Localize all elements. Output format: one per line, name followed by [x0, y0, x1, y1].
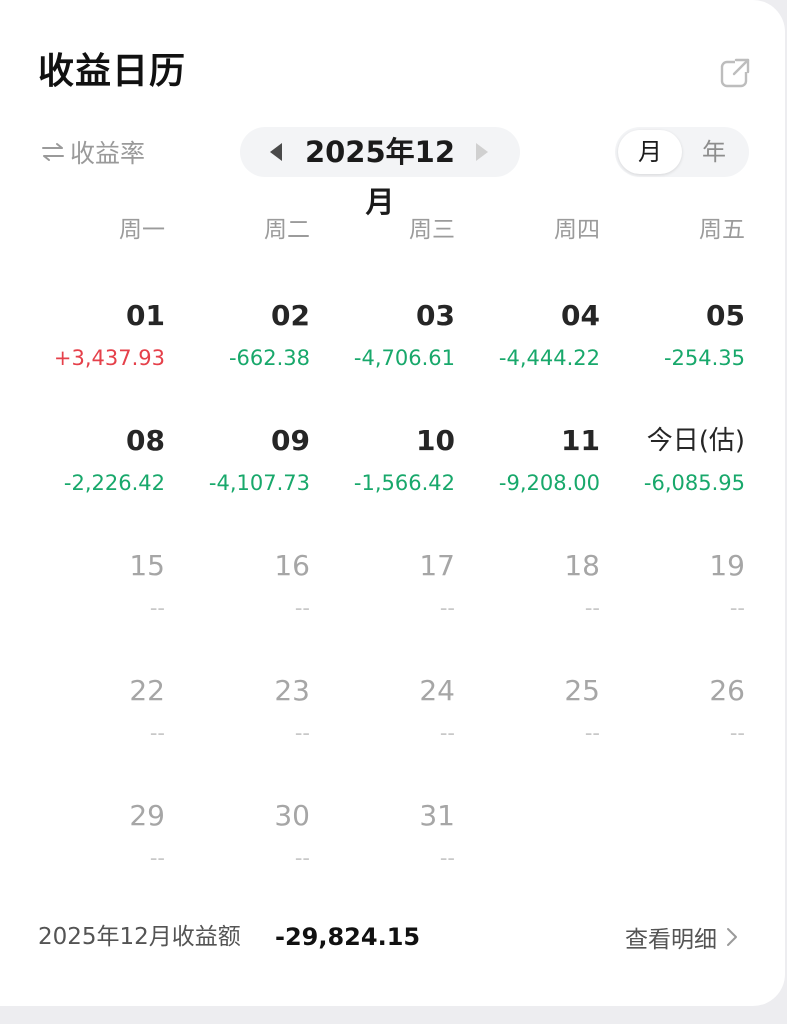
page-title: 收益日历 — [38, 51, 187, 92]
day-number: 18 — [564, 549, 600, 582]
day-number: 30 — [274, 799, 310, 832]
calendar-day-cell[interactable]: 今日(估) -6,085.95 — [600, 423, 745, 523]
period-option-year[interactable]: 年 — [682, 130, 746, 174]
chevron-right-icon — [727, 928, 737, 946]
day-number: 01 — [126, 299, 165, 332]
day-number: 02 — [271, 299, 310, 332]
day-number: 29 — [129, 799, 165, 832]
day-number: 26 — [709, 674, 745, 707]
day-profit-value: -254.35 — [663, 346, 745, 370]
day-profit-value: -- — [149, 846, 165, 870]
day-number: 31 — [419, 799, 455, 832]
calendar-day-cell: 29 -- — [20, 798, 165, 898]
day-number: 25 — [564, 674, 600, 707]
calendar-day-cell[interactable]: 08 -2,226.42 — [20, 423, 165, 523]
view-details-link[interactable]: 查看明细 — [625, 920, 739, 954]
weekday-header-thu: 周四 — [554, 217, 600, 243]
calendar-day-cell[interactable]: 04 -4,444.22 — [455, 298, 600, 398]
view-details-label: 查看明细 — [625, 927, 717, 953]
calendar-day-cell: 25 -- — [455, 673, 600, 773]
rate-toggle-label: 收益率 — [70, 139, 146, 168]
day-profit-value: -- — [729, 721, 745, 745]
day-number: 10 — [416, 424, 455, 457]
day-number: 03 — [416, 299, 455, 332]
day-profit-value: -- — [584, 721, 600, 745]
day-profit-value: -- — [294, 846, 310, 870]
current-month-label: 2025年12月 — [304, 135, 456, 219]
day-profit-value: -- — [149, 596, 165, 620]
day-profit-value: -- — [584, 596, 600, 620]
weekday-header-wed: 周三 — [409, 217, 455, 243]
day-number: 24 — [419, 674, 455, 707]
weekday-header-mon: 周一 — [119, 217, 165, 243]
day-profit-value: -1,566.42 — [353, 471, 455, 495]
day-number: 23 — [274, 674, 310, 707]
weekday-header-tue: 周二 — [264, 217, 310, 243]
calendar-day-cell[interactable]: 05 -254.35 — [600, 298, 745, 398]
calendar-day-cell: 16 -- — [165, 548, 310, 648]
weekday-header-fri: 周五 — [699, 217, 745, 243]
period-option-month[interactable]: 月 — [618, 130, 682, 174]
day-profit-value: -- — [439, 596, 455, 620]
calendar-day-cell[interactable]: 01 +3,437.93 — [20, 298, 165, 398]
day-number: 09 — [271, 424, 310, 457]
day-number: 11 — [561, 424, 600, 457]
day-profit-value: -4,444.22 — [498, 346, 600, 370]
calendar-day-cell: 23 -- — [165, 673, 310, 773]
day-number: 08 — [126, 424, 165, 457]
profit-calendar-card: 收益日历 收益率 2025年12月 月 年 周一 周二 周三 周四 周五 01 +… — [0, 0, 785, 1006]
day-profit-value: -4,706.61 — [353, 346, 455, 370]
day-number: 19 — [709, 549, 745, 582]
day-number: 16 — [274, 549, 310, 582]
day-profit-value: -- — [294, 721, 310, 745]
day-number: 05 — [706, 299, 745, 332]
calendar-day-cell: 30 -- — [165, 798, 310, 898]
day-profit-value: -- — [439, 846, 455, 870]
day-profit-value: -- — [729, 596, 745, 620]
day-profit-value: -- — [294, 596, 310, 620]
calendar-day-cell[interactable]: 09 -4,107.73 — [165, 423, 310, 523]
day-number: 04 — [561, 299, 600, 332]
day-profit-value: +3,437.93 — [53, 346, 165, 370]
day-profit-value: -6,085.95 — [643, 471, 745, 495]
day-profit-value: -- — [149, 721, 165, 745]
calendar-day-cell: 31 -- — [310, 798, 455, 898]
month-navigator: 2025年12月 — [240, 127, 520, 219]
calendar-day-cell[interactable]: 10 -1,566.42 — [310, 423, 455, 523]
day-number: 17 — [419, 549, 455, 582]
calendar-day-cell: 17 -- — [310, 548, 455, 648]
summary-total: -29,824.15 — [275, 923, 421, 951]
calendar-day-cell: 24 -- — [310, 673, 455, 773]
day-profit-value: -2,226.42 — [63, 471, 165, 495]
summary-label: 2025年12月收益额 — [38, 924, 241, 950]
calendar-day-cell[interactable]: 11 -9,208.00 — [455, 423, 600, 523]
calendar-day-cell[interactable]: 03 -4,706.61 — [310, 298, 455, 398]
calendar-day-cell: 26 -- — [600, 673, 745, 773]
day-number: 22 — [129, 674, 165, 707]
external-share-icon[interactable] — [718, 56, 752, 90]
period-switch: 月 年 — [615, 127, 749, 177]
rate-toggle-button[interactable]: 收益率 — [40, 136, 145, 168]
swap-arrows-icon — [42, 143, 64, 161]
calendar-day-cell: 22 -- — [20, 673, 165, 773]
day-profit-value: -9,208.00 — [498, 471, 600, 495]
calendar-day-cell: 15 -- — [20, 548, 165, 648]
today-label: 今日(估) — [646, 426, 745, 456]
triangle-right-icon[interactable] — [474, 141, 490, 163]
calendar-day-cell[interactable]: 02 -662.38 — [165, 298, 310, 398]
day-profit-value: -662.38 — [228, 346, 310, 370]
day-number: 15 — [129, 549, 165, 582]
day-profit-value: -- — [439, 721, 455, 745]
triangle-left-icon[interactable] — [268, 141, 284, 163]
calendar-day-cell: 18 -- — [455, 548, 600, 648]
day-profit-value: -4,107.73 — [208, 471, 310, 495]
calendar-day-cell: 19 -- — [600, 548, 745, 648]
